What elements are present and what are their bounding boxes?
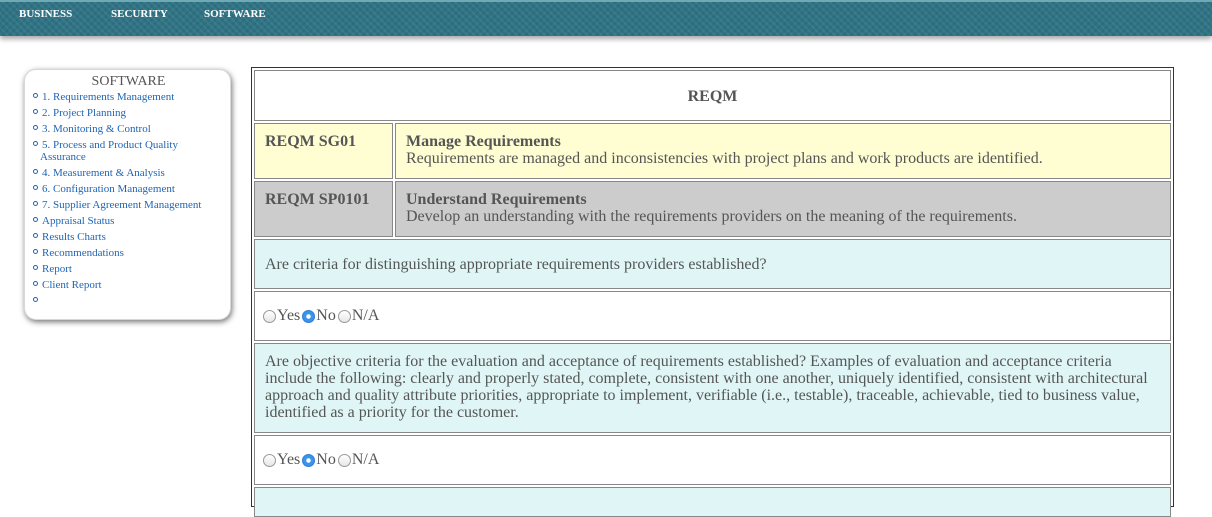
question-2: Are objective criteria for the evaluatio… [254, 343, 1171, 433]
sidebar-item-report[interactable]: Report [33, 263, 224, 275]
q2-option-no[interactable]: No [302, 451, 336, 469]
question-1: Are criteria for distinguishing appropri… [254, 239, 1171, 289]
practice-description: Understand Requirements Develop an under… [395, 181, 1171, 237]
sidebar-item-results-charts[interactable]: Results Charts [33, 231, 224, 243]
sidebar-item-project-planning[interactable]: 2. Project Planning [33, 107, 224, 119]
option-label: No [316, 451, 336, 468]
radio-icon[interactable] [263, 453, 276, 467]
question-1-answer: Yes No N/A [254, 291, 1171, 341]
sidebar-item-supplier-agreement[interactable]: 7. Supplier Agreement Management [33, 199, 224, 211]
practice-code: REQM SP0101 [254, 181, 393, 237]
q2-option-yes[interactable]: Yes [263, 451, 300, 469]
question-2-answer: Yes No N/A [254, 435, 1171, 485]
nav-business[interactable]: BUSINESS [19, 8, 72, 20]
sidebar-title: SOFTWARE [91, 74, 166, 89]
q1-option-yes[interactable]: Yes [263, 307, 300, 325]
sidebar-item-monitoring-control[interactable]: 3. Monitoring & Control [33, 123, 224, 135]
option-label: N/A [351, 451, 380, 468]
option-label: Yes [277, 307, 301, 324]
radio-icon[interactable] [337, 453, 351, 467]
sidebar-item-requirements-management[interactable]: 1. Requirements Management [33, 91, 224, 103]
radio-selected-icon[interactable] [302, 309, 316, 323]
sidebar-list: 1. Requirements Management 2. Project Pl… [33, 91, 224, 307]
radio-icon[interactable] [263, 309, 276, 323]
sidebar-item-configuration-management[interactable]: 6. Configuration Management [33, 183, 224, 195]
practice-title: Understand Requirements [406, 191, 587, 208]
sidebar-item-process-product-quality[interactable]: 5. Process and Product Quality Assurance [33, 139, 224, 163]
nav-software[interactable]: SOFTWARE [204, 8, 266, 20]
option-label: Yes [277, 451, 301, 468]
nav-security[interactable]: SECURITY [111, 8, 168, 20]
q1-option-no[interactable]: No [302, 307, 336, 325]
option-label: No [316, 307, 336, 324]
goal-title: Manage Requirements [406, 133, 561, 150]
radio-icon[interactable] [337, 309, 351, 323]
goal-description: Manage Requirements Requirements are man… [395, 123, 1171, 179]
option-label: N/A [351, 307, 380, 324]
sidebar-item-appraisal-status[interactable]: Appraisal Status [33, 215, 224, 227]
sidebar-item-measurement-analysis[interactable]: 4. Measurement & Analysis [33, 167, 224, 179]
practice-text: Develop an understanding with the requir… [406, 208, 1017, 225]
goal-code: REQM SG01 [254, 123, 393, 179]
top-navigation-bar: BUSINESS SECURITY SOFTWARE [0, 0, 1212, 36]
goal-text: Requirements are managed and inconsisten… [406, 150, 1043, 167]
appraisal-table: REQM REQM SG01 Manage Requirements Requi… [251, 67, 1174, 517]
radio-selected-icon[interactable] [302, 453, 316, 467]
sidebar-item-empty[interactable] [33, 295, 224, 307]
sidebar-menu: SOFTWARE 1. Requirements Management 2. P… [24, 69, 231, 320]
sidebar-item-client-report[interactable]: Client Report [33, 279, 224, 291]
section-header: REQM [254, 70, 1171, 121]
q1-option-na[interactable]: N/A [337, 307, 380, 325]
q2-option-na[interactable]: N/A [337, 451, 380, 469]
sidebar-item-recommendations[interactable]: Recommendations [33, 247, 224, 259]
